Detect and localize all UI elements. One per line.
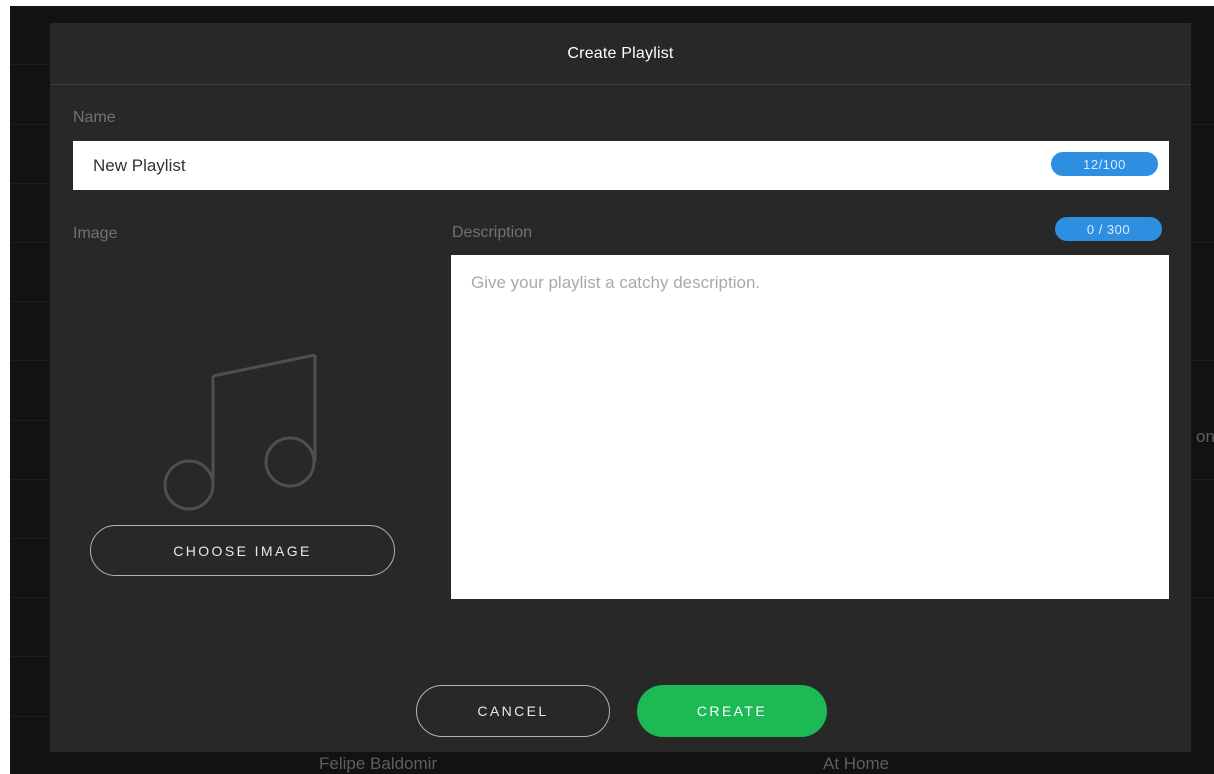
row-divider	[1190, 479, 1214, 480]
background-track-album: At Home	[823, 754, 890, 773]
music-note-icon	[163, 353, 317, 511]
dialog-title: Create Playlist	[567, 44, 674, 62]
row-divider	[10, 538, 50, 539]
description-character-counter: 0 / 300	[1055, 217, 1162, 241]
row-divider	[10, 479, 50, 480]
row-divider	[10, 597, 50, 598]
image-label: Image	[73, 225, 118, 242]
playlist-name-input[interactable]	[73, 141, 1169, 190]
row-divider	[10, 420, 50, 421]
choose-image-button[interactable]: CHOOSE IMAGE	[90, 525, 395, 576]
create-button[interactable]: CREATE	[637, 685, 827, 737]
row-divider	[10, 124, 50, 125]
cancel-button[interactable]: CANCEL	[416, 685, 610, 737]
row-divider	[10, 242, 50, 243]
row-divider	[10, 183, 50, 184]
row-divider	[1190, 242, 1214, 243]
row-divider	[1190, 597, 1214, 598]
background-track-artist: Felipe Baldomir	[319, 754, 438, 773]
name-label: Name	[73, 109, 116, 126]
row-divider	[10, 64, 50, 65]
name-character-counter: 12/100	[1051, 152, 1158, 176]
create-playlist-dialog: Create Playlist Name 12/100 Image CHOOSE…	[50, 23, 1191, 752]
row-divider	[10, 716, 50, 717]
background-text-fragment: on	[1196, 427, 1214, 446]
row-divider	[10, 301, 50, 302]
row-divider	[10, 360, 50, 361]
description-label: Description	[452, 224, 533, 241]
playlist-description-input[interactable]	[451, 255, 1169, 599]
row-divider	[1190, 360, 1214, 361]
row-divider	[10, 656, 50, 657]
row-divider	[1190, 124, 1214, 125]
dialog-header: Create Playlist	[50, 23, 1191, 85]
